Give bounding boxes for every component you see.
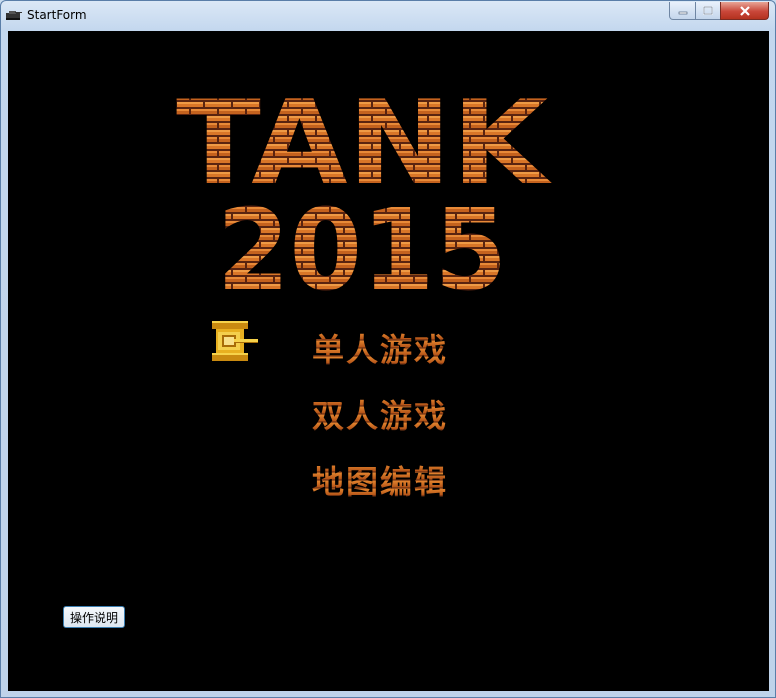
minimize-button[interactable]: [669, 2, 696, 20]
close-button[interactable]: [720, 2, 769, 20]
tank-icon: [6, 11, 22, 20]
close-icon: [739, 5, 750, 16]
title-bar[interactable]: StartForm: [1, 1, 775, 31]
menu-map-editor[interactable]: 地图编辑: [312, 457, 448, 503]
help-button[interactable]: 操作说明: [63, 606, 125, 628]
minimize-icon: [678, 11, 687, 14]
logo-line-year: 2015: [217, 186, 507, 316]
tank-icon: [212, 321, 258, 361]
menu-two-player[interactable]: 双人游戏: [312, 391, 448, 437]
menu-single-player[interactable]: 单人游戏: [312, 325, 448, 371]
maximize-icon: [703, 5, 713, 15]
startform-window: StartForm TANK 2015 单人游戏 双人游戏 地图编辑 操作说明: [0, 0, 776, 698]
window-title: StartForm: [27, 8, 87, 22]
maximize-button[interactable]: [695, 2, 721, 20]
game-canvas: TANK 2015 单人游戏 双人游戏 地图编辑 操作说明: [8, 31, 769, 691]
